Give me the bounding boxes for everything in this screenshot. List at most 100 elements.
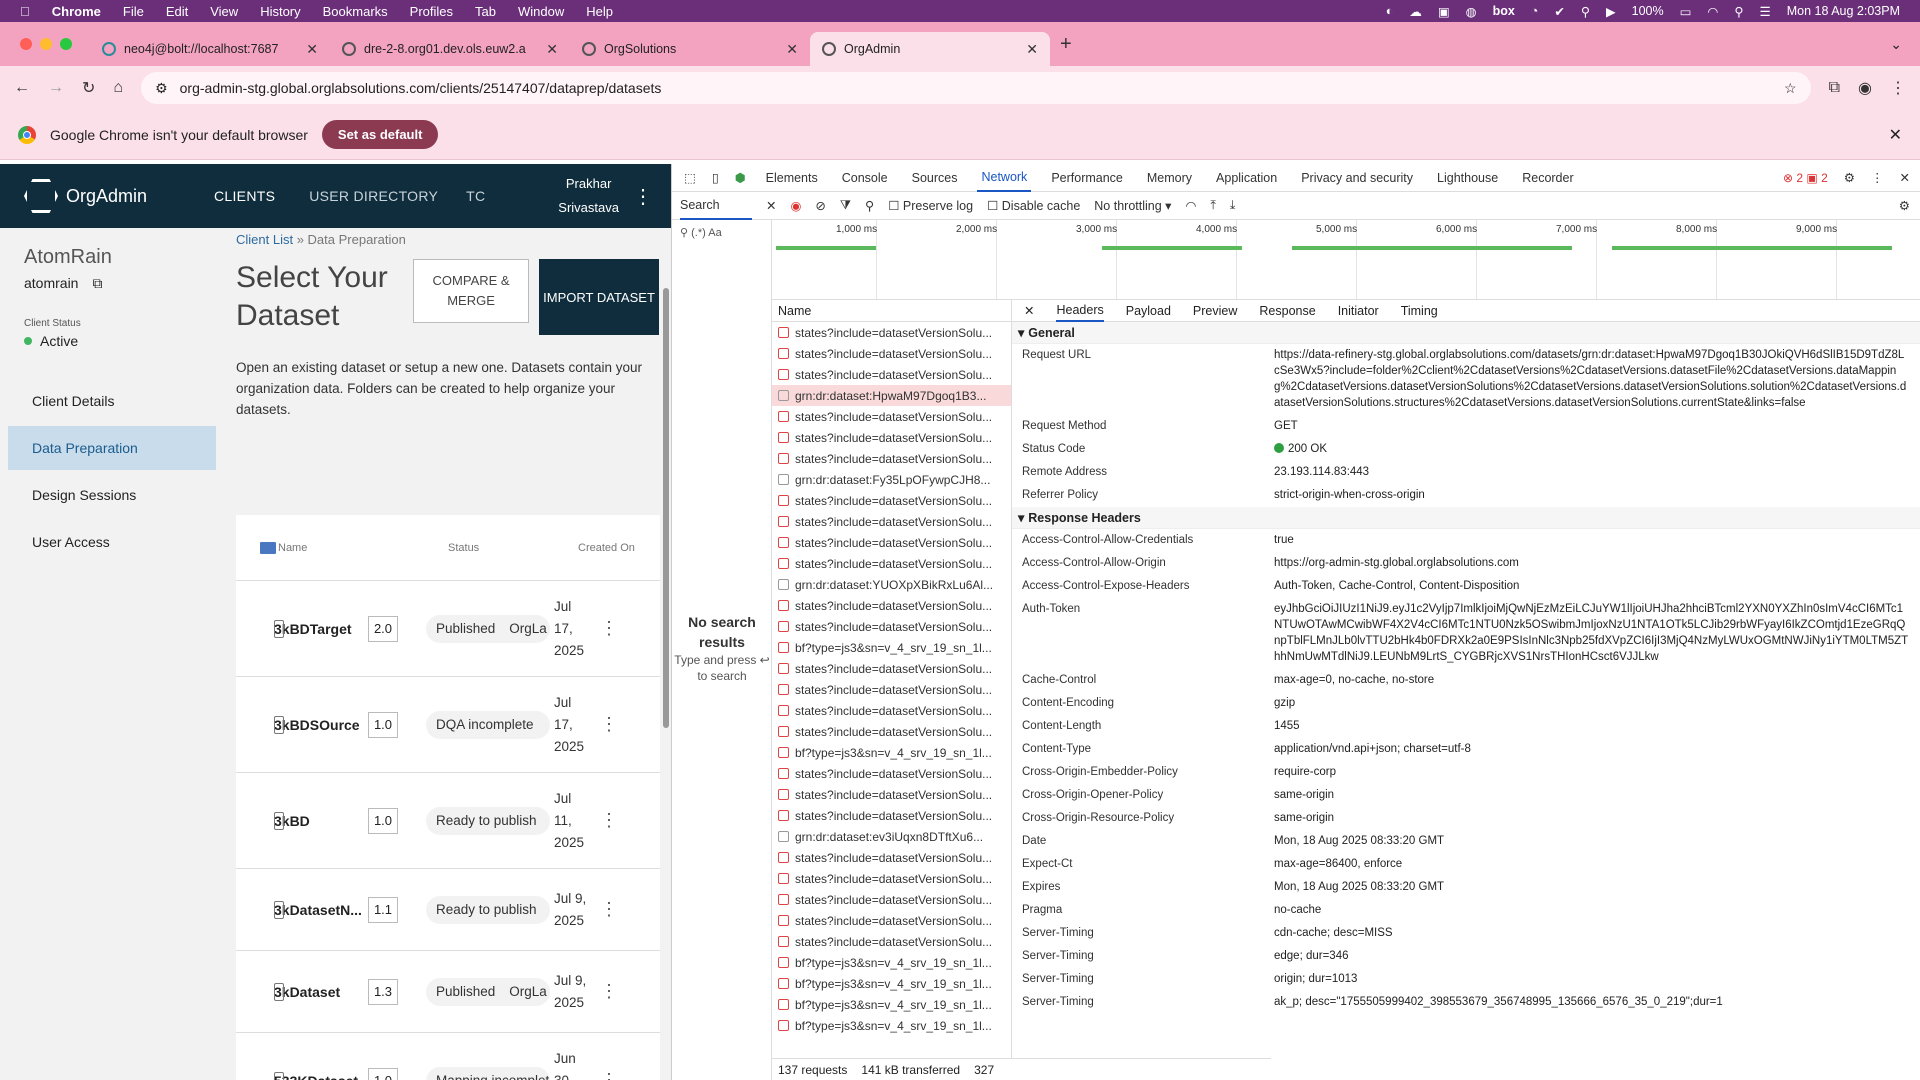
dataset-name[interactable]: 3kBDSOurce: [274, 717, 366, 733]
profile-icon[interactable]: ◉: [1858, 78, 1872, 98]
network-conditions-icon[interactable]: ◠: [1185, 198, 1196, 213]
table-row[interactable]: 3kDataset 1.3 Published OrgLa Jul 9, 2025…: [236, 951, 660, 1033]
column-status[interactable]: Status: [448, 542, 578, 554]
general-section-header[interactable]: ▾ General: [1012, 322, 1920, 344]
search-tab-label[interactable]: Search: [680, 192, 752, 220]
compare-merge-button[interactable]: COMPARE & MERGE: [413, 259, 530, 323]
network-settings-icon[interactable]: ⚙: [1899, 198, 1910, 213]
cloud-icon[interactable]: ☁: [1409, 4, 1422, 19]
menu-history[interactable]: History: [260, 4, 300, 19]
close-tab-icon[interactable]: ✕: [546, 41, 558, 58]
reload-icon[interactable]: ↻: [82, 78, 95, 98]
tab-sources[interactable]: Sources: [908, 171, 962, 185]
request-row[interactable]: states?include=datasetVersionSolu...: [772, 784, 1011, 805]
tab-elements[interactable]: Elements: [762, 171, 822, 185]
header-value[interactable]: gzip: [1274, 697, 1295, 709]
request-row[interactable]: states?include=datasetVersionSolu...: [772, 763, 1011, 784]
tab-network[interactable]: Network: [977, 164, 1032, 192]
tab-response[interactable]: Response: [1259, 304, 1315, 318]
header-value[interactable]: same-origin: [1274, 789, 1334, 801]
version-badge[interactable]: 1.3: [368, 978, 398, 1005]
request-row[interactable]: states?include=datasetVersionSolu...: [772, 868, 1011, 889]
tab-payload[interactable]: Payload: [1126, 304, 1171, 318]
check-icon[interactable]: ✔: [1554, 4, 1564, 19]
spotlight-icon[interactable]: ⚲: [1734, 4, 1743, 19]
tab-application[interactable]: Application: [1212, 171, 1281, 185]
header-value[interactable]: 23.193.114.83:443: [1274, 466, 1369, 478]
tab-console[interactable]: Console: [838, 171, 892, 185]
tab-preview[interactable]: Preview: [1193, 304, 1237, 318]
network-timeline[interactable]: 1,000 ms 2,000 ms 3,000 ms 4,000 ms 5,000 ms…: [772, 220, 1920, 300]
header-value[interactable]: application/vnd.api+json; charset=utf-8: [1274, 743, 1471, 755]
request-row[interactable]: states?include=datasetVersionSolu...: [772, 553, 1011, 574]
header-value[interactable]: cdn-cache; desc=MISS: [1274, 927, 1393, 939]
header-value[interactable]: eyJhbGciOiJIUzI1NiJ9.eyJ1c2VyIjp7ImlkIjo…: [1274, 603, 1908, 663]
header-value[interactable]: ak_p; desc="1755505999402_398553679_3567…: [1274, 996, 1723, 1008]
response-headers-section[interactable]: ▾ Response Headers: [1012, 507, 1920, 529]
request-row[interactable]: states?include=datasetVersionSolu...: [772, 847, 1011, 868]
record-icon[interactable]: ◉: [790, 198, 801, 213]
sidenav-client-details[interactable]: Client Details: [8, 379, 216, 423]
request-row[interactable]: bf?type=js3&sn=v_4_srv_19_sn_1l...: [772, 742, 1011, 763]
nav-tc[interactable]: TC: [452, 164, 499, 228]
globe-icon[interactable]: ◍: [1466, 4, 1477, 19]
version-badge[interactable]: 1.0: [368, 1067, 398, 1080]
kebab-menu-icon[interactable]: ⋮: [633, 184, 671, 209]
inspect-icon[interactable]: ⬚: [684, 170, 696, 185]
column-request-name[interactable]: Name: [772, 300, 1011, 322]
request-row[interactable]: grn:dr:dataset:Fy35LpOFywpCJH8...: [772, 469, 1011, 490]
version-badge[interactable]: 1.1: [368, 896, 398, 923]
close-tab-icon[interactable]: ✕: [306, 41, 318, 58]
browser-tab[interactable]: OrgSolutions ✕: [570, 32, 810, 66]
tab-lighthouse[interactable]: Lighthouse: [1433, 171, 1502, 185]
status-icon[interactable]: ▣: [1438, 4, 1450, 19]
omnibox[interactable]: ⚙ org-admin-stg.global.orglabsolutions.c…: [141, 72, 1811, 104]
request-row[interactable]: states?include=datasetVersionSolu...: [772, 448, 1011, 469]
table-row[interactable]: 3kBD 1.0 Ready to publish Jul 11, 2025 ⋮: [236, 773, 660, 869]
header-value[interactable]: GET: [1274, 420, 1298, 432]
header-value[interactable]: Mon, 18 Aug 2025 08:33:20 GMT: [1274, 881, 1444, 893]
tab-privacy[interactable]: Privacy and security: [1297, 171, 1417, 185]
header-value[interactable]: max-age=86400, enforce: [1274, 858, 1402, 870]
menu-bookmarks[interactable]: Bookmarks: [323, 4, 388, 19]
apple-icon[interactable]: : [20, 4, 30, 19]
header-value[interactable]: require-corp: [1274, 766, 1336, 778]
tab-performance[interactable]: Performance: [1047, 171, 1127, 185]
request-row[interactable]: states?include=datasetVersionSolu...: [772, 910, 1011, 931]
close-details-icon[interactable]: ✕: [1024, 303, 1034, 318]
row-kebab-icon[interactable]: ⋮: [600, 899, 618, 920]
battery-icon[interactable]: ▭: [1680, 4, 1692, 19]
request-row[interactable]: bf?type=js3&sn=v_4_srv_19_sn_1l...: [772, 1015, 1011, 1036]
request-row[interactable]: states?include=datasetVersionSolu...: [772, 343, 1011, 364]
device-toolbar-icon[interactable]: ▯: [712, 170, 719, 185]
menu-help[interactable]: Help: [586, 4, 613, 19]
new-tab-icon[interactable]: +: [1060, 33, 1072, 56]
version-badge[interactable]: 1.0: [368, 807, 398, 834]
request-row[interactable]: states?include=datasetVersionSolu...: [772, 805, 1011, 826]
request-row[interactable]: states?include=datasetVersionSolu...: [772, 931, 1011, 952]
request-row[interactable]: states?include=datasetVersionSolu...: [772, 532, 1011, 553]
browser-tab[interactable]: dre-2-8.org01.dev.ols.euw2.a ✕: [330, 32, 570, 66]
preserve-log-checkbox[interactable]: ☐ Preserve log: [888, 198, 973, 213]
request-row[interactable]: states?include=datasetVersionSolu...: [772, 490, 1011, 511]
header-value[interactable]: true: [1274, 534, 1294, 546]
header-value[interactable]: origin; dur=1013: [1274, 973, 1357, 985]
wifi-icon[interactable]: ◠: [1707, 4, 1718, 19]
close-tab-icon[interactable]: ✕: [1026, 41, 1038, 58]
extension-icon[interactable]: ⬢: [735, 170, 746, 185]
home-icon[interactable]: ⌂: [113, 79, 123, 97]
version-badge[interactable]: 1.0: [368, 711, 398, 738]
site-info-icon[interactable]: ⚙: [155, 80, 168, 97]
new-folder-icon[interactable]: [260, 541, 276, 554]
sidenav-data-preparation[interactable]: Data Preparation: [8, 426, 216, 470]
request-row[interactable]: grn:dr:dataset:HpwaM97Dgoq1B3...: [772, 385, 1011, 406]
dataset-name[interactable]: 3kDataset: [274, 984, 366, 1000]
request-row[interactable]: bf?type=js3&sn=v_4_srv_19_sn_1l...: [772, 952, 1011, 973]
search-icon[interactable]: ⚲: [1581, 4, 1590, 19]
row-kebab-icon[interactable]: ⋮: [600, 714, 618, 735]
more-icon[interactable]: ⋮: [1871, 170, 1884, 185]
header-value[interactable]: Mon, 18 Aug 2025 08:33:20 GMT: [1274, 835, 1444, 847]
status-icon[interactable]: ◐: [1386, 4, 1394, 18]
control-center-icon[interactable]: ☰: [1760, 4, 1771, 19]
battery-percent[interactable]: 100%: [1632, 4, 1664, 18]
